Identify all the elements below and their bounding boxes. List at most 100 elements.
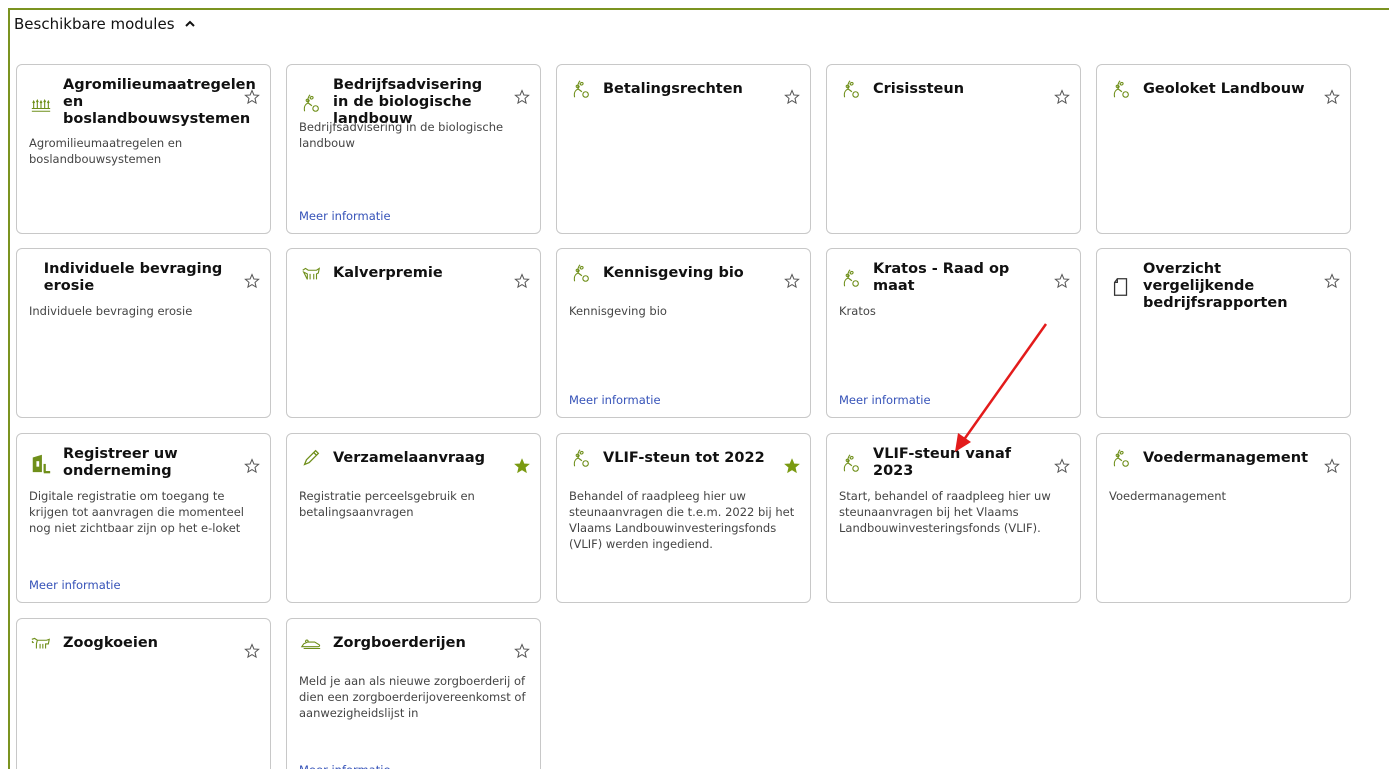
calf-icon <box>299 261 323 285</box>
seedling-hand-icon <box>299 91 323 115</box>
module-card-individuele-bevraging-erosie[interactable]: Individuele bevraging erosie Individuele … <box>16 248 271 418</box>
star-filled-icon[interactable] <box>514 458 530 474</box>
card-header: Voedermanagement <box>1109 446 1310 470</box>
module-card-vlif-steun-vanaf-2023[interactable]: VLIF-steun vanaf 2023 Start, behandel of … <box>826 433 1081 603</box>
module-card-betalingsrechten[interactable]: Betalingsrechten <box>556 64 811 234</box>
card-title[interactable]: Kratos - Raad op maat <box>873 261 1040 295</box>
chevron-up-icon <box>183 17 197 31</box>
more-info-link[interactable]: Meer informatie <box>299 763 391 769</box>
section-toggle[interactable]: Beschikbare modules <box>14 12 197 36</box>
module-card-crisissteun[interactable]: Crisissteun <box>826 64 1081 234</box>
card-header: VLIF-steun vanaf 2023 <box>839 446 1040 480</box>
star-icon[interactable] <box>1324 89 1340 105</box>
more-info-link[interactable]: Meer informatie <box>299 209 391 223</box>
card-title[interactable]: Overzicht vergelijkende bedrijfsrapporte… <box>1143 261 1310 312</box>
card-header: Registreer uw onderneming <box>29 446 230 480</box>
card-title[interactable]: VLIF-steun tot 2022 <box>603 450 765 467</box>
card-description: Meld je aan als nieuwe zorgboerderij of … <box>299 674 526 720</box>
seedling-hand-icon <box>839 77 863 101</box>
star-icon[interactable] <box>1054 89 1070 105</box>
card-title[interactable]: Individuele bevraging erosie <box>44 261 230 295</box>
seedling-hand-icon <box>569 77 593 101</box>
card-title[interactable]: Crisissteun <box>873 81 964 98</box>
card-title[interactable]: Kennisgeving bio <box>603 265 744 282</box>
star-icon[interactable] <box>514 89 530 105</box>
seedling-hand-icon <box>839 266 863 290</box>
card-description: Bedrijfsadvisering in de biologische lan… <box>299 120 504 150</box>
card-header: Betalingsrechten <box>569 77 770 101</box>
card-title[interactable]: VLIF-steun vanaf 2023 <box>873 446 1040 480</box>
card-description: Voedermanagement <box>1109 489 1227 503</box>
module-card-kennisgeving-bio[interactable]: Kennisgeving bio Kennisgeving bio Meer inf… <box>556 248 811 418</box>
card-title[interactable]: Betalingsrechten <box>603 81 743 98</box>
module-card-bedrijfsadvisering-in-de-biologische-landbouw[interactable]: Bedrijfsadvisering in de biologische lan… <box>286 64 541 234</box>
more-info-link[interactable]: Meer informatie <box>569 393 661 407</box>
card-title[interactable]: Registreer uw onderneming <box>63 446 230 480</box>
card-header: Kennisgeving bio <box>569 261 770 285</box>
seedling-hand-icon <box>569 446 593 470</box>
building-icon <box>29 451 53 475</box>
module-card-zoogkoeien[interactable]: Zoogkoeien <box>16 618 271 769</box>
module-card-verzamelaanvraag[interactable]: Verzamelaanvraag Registratie perceelsgebr… <box>286 433 541 603</box>
field-crops-icon <box>29 91 53 115</box>
card-title[interactable]: Kalverpremie <box>333 265 443 282</box>
card-description: Digitale registratie om toegang te krijg… <box>29 489 244 535</box>
star-icon[interactable] <box>244 89 260 105</box>
star-icon[interactable] <box>1324 458 1340 474</box>
card-title[interactable]: Zoogkoeien <box>63 635 158 652</box>
card-title[interactable]: Voedermanagement <box>1143 450 1308 467</box>
card-header: VLIF-steun tot 2022 <box>569 446 770 470</box>
star-icon[interactable] <box>244 643 260 659</box>
card-title[interactable]: Zorgboerderijen <box>333 635 466 652</box>
card-title[interactable]: Geoloket Landbouw <box>1143 81 1304 98</box>
card-header: Kalverpremie <box>299 261 500 285</box>
more-info-link[interactable]: Meer informatie <box>29 578 121 592</box>
section-title: Beschikbare modules <box>14 15 175 33</box>
card-description: Registratie perceelsgebruik en betalings… <box>299 489 475 519</box>
module-card-agromilieumaatregelen-en-boslandbouwsystemen[interactable]: Agromilieumaatregelen en boslandbouwsyst… <box>16 64 271 234</box>
cow-icon <box>29 631 53 655</box>
star-icon[interactable] <box>1054 458 1070 474</box>
card-header: Crisissteun <box>839 77 1040 101</box>
seedling-hand-icon <box>1109 446 1133 470</box>
star-icon[interactable] <box>784 89 800 105</box>
card-description: Start, behandel of raadpleeg hier uw ste… <box>839 489 1051 535</box>
star-icon[interactable] <box>514 643 530 659</box>
card-header: Overzicht vergelijkende bedrijfsrapporte… <box>1109 261 1310 312</box>
card-description: Behandel of raadpleeg hier uw steunaanvr… <box>569 489 795 551</box>
card-title[interactable]: Agromilieumaatregelen en boslandbouwsyst… <box>63 77 256 128</box>
star-icon[interactable] <box>784 273 800 289</box>
card-title[interactable]: Verzamelaanvraag <box>333 450 485 467</box>
card-header: Verzamelaanvraag <box>299 446 500 470</box>
module-card-vlif-steun-tot-2022[interactable]: VLIF-steun tot 2022 Behandel of raadpleeg… <box>556 433 811 603</box>
card-header: Zorgboerderijen <box>299 631 500 655</box>
seedling-hand-icon <box>839 451 863 475</box>
module-card-geoloket-landbouw[interactable]: Geoloket Landbouw <box>1096 64 1351 234</box>
card-header: Zoogkoeien <box>29 631 230 655</box>
card-description: Agromilieumaatregelen en boslandbouwsyst… <box>29 136 183 166</box>
module-card-voedermanagement[interactable]: Voedermanagement Voedermanagement <box>1096 433 1351 603</box>
module-card-registreer-uw-onderneming[interactable]: Registreer uw onderneming Digitale regist… <box>16 433 271 603</box>
star-icon[interactable] <box>244 273 260 289</box>
seedling-hand-icon <box>569 261 593 285</box>
document-icon <box>1109 275 1133 299</box>
card-header: Geoloket Landbouw <box>1109 77 1310 101</box>
star-filled-icon[interactable] <box>784 458 800 474</box>
star-icon[interactable] <box>514 273 530 289</box>
seedling-hand-icon <box>1109 77 1133 101</box>
star-icon[interactable] <box>1324 273 1340 289</box>
module-card-kalverpremie[interactable]: Kalverpremie <box>286 248 541 418</box>
more-info-link[interactable]: Meer informatie <box>839 393 931 407</box>
star-icon[interactable] <box>244 458 260 474</box>
card-description: Individuele bevraging erosie <box>29 304 193 318</box>
card-description: Kratos <box>839 304 876 318</box>
pencil-icon <box>299 446 323 470</box>
module-card-kratos-raad-op-maat[interactable]: Kratos - Raad op maat Kratos Meer informat… <box>826 248 1081 418</box>
star-icon[interactable] <box>1054 273 1070 289</box>
module-card-overzicht-vergelijkende-bedrijfsrapporten[interactable]: Overzicht vergelijkende bedrijfsrapporte… <box>1096 248 1351 418</box>
module-card-zorgboerderijen[interactable]: Zorgboerderijen Meld je aan als nieuwe zo… <box>286 618 541 769</box>
card-description: Kennisgeving bio <box>569 304 667 318</box>
care-farm-icon <box>299 631 323 655</box>
card-header: Agromilieumaatregelen en boslandbouwsyst… <box>29 77 256 128</box>
card-header: Kratos - Raad op maat <box>839 261 1040 295</box>
